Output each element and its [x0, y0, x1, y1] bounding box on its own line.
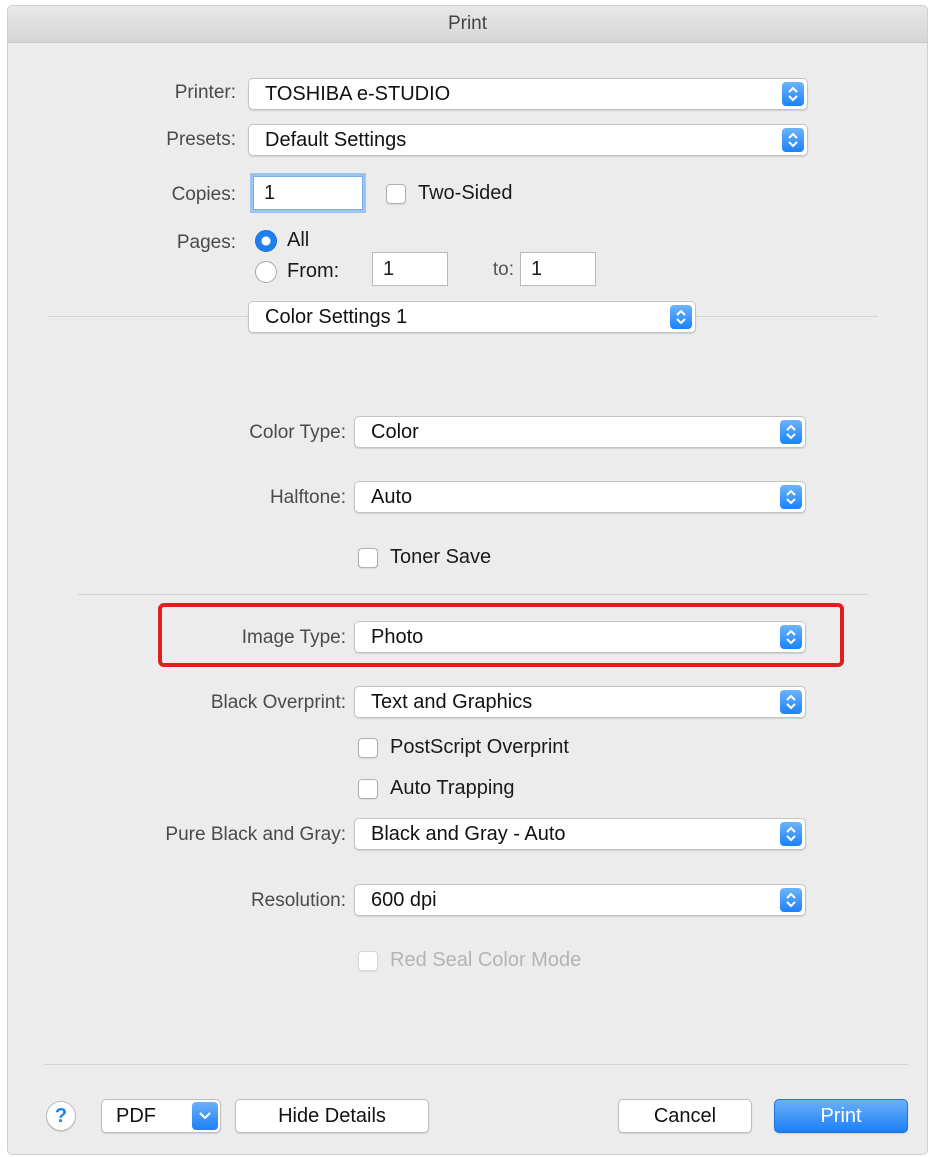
- pages-to-label: to:: [492, 259, 514, 280]
- printer-value: TOSHIBA e-STUDIO: [265, 83, 451, 105]
- updown-chevron-icon: [780, 625, 802, 649]
- checkbox-box[interactable]: [358, 778, 378, 799]
- two-sided-checkbox[interactable]: Two-Sided: [386, 182, 513, 205]
- auto-trapping-checkbox[interactable]: Auto Trapping: [358, 777, 515, 800]
- image-type-label: Image Type:: [241, 627, 346, 648]
- footer-separator: [44, 1064, 908, 1065]
- pages-all-radio[interactable]: All: [255, 229, 309, 252]
- image-type-value: Photo: [371, 626, 424, 648]
- red-seal-checkbox: Red Seal Color Mode: [358, 949, 581, 972]
- section-popup[interactable]: Color Settings 1: [248, 301, 696, 333]
- checkbox-box[interactable]: [358, 737, 378, 758]
- print-dialog: Print Printer: TOSHIBA e-STUDIO Presets:…: [8, 6, 927, 1154]
- updown-chevron-icon: [782, 82, 804, 106]
- section-separator: [78, 594, 868, 595]
- resolution-label: Resolution:: [250, 890, 346, 911]
- window-title: Print: [8, 6, 927, 43]
- color-type-value: Color: [371, 421, 419, 443]
- pages-from-field[interactable]: 1: [372, 252, 448, 286]
- resolution-popup[interactable]: 600 dpi: [354, 884, 806, 916]
- pages-from-label: From:: [287, 260, 340, 282]
- radio-selected-icon[interactable]: [255, 229, 277, 252]
- updown-chevron-icon: [780, 420, 802, 444]
- halftone-popup[interactable]: Auto: [354, 481, 806, 513]
- toner-save-label: Toner Save: [390, 546, 492, 568]
- section-popup-value: Color Settings 1: [265, 306, 408, 328]
- hide-details-button[interactable]: Hide Details: [235, 1099, 429, 1133]
- updown-chevron-icon: [780, 485, 802, 509]
- checkbox-box: [358, 950, 378, 971]
- pure-black-gray-popup[interactable]: Black and Gray - Auto: [354, 818, 806, 850]
- black-overprint-label: Black Overprint:: [210, 692, 346, 713]
- checkbox-box[interactable]: [386, 183, 406, 204]
- pages-label: Pages:: [176, 232, 236, 253]
- checkbox-box[interactable]: [358, 547, 378, 568]
- updown-chevron-icon: [780, 822, 802, 846]
- auto-trapping-label: Auto Trapping: [390, 777, 515, 799]
- image-type-popup[interactable]: Photo: [354, 621, 806, 653]
- color-type-label: Color Type:: [249, 422, 346, 443]
- chevron-down-icon: [192, 1102, 218, 1130]
- postscript-overprint-checkbox[interactable]: PostScript Overprint: [358, 736, 569, 759]
- pdf-label: PDF: [116, 1105, 156, 1127]
- pages-to-field[interactable]: 1: [520, 252, 596, 286]
- updown-chevron-icon: [780, 888, 802, 912]
- updown-chevron-icon: [780, 690, 802, 714]
- halftone-value: Auto: [371, 486, 413, 508]
- halftone-label: Halftone:: [269, 487, 346, 508]
- pure-black-gray-label: Pure Black and Gray:: [165, 824, 346, 845]
- black-overprint-value: Text and Graphics: [371, 691, 533, 713]
- copies-label: Copies:: [171, 184, 236, 205]
- resolution-value: 600 dpi: [371, 889, 437, 911]
- print-button[interactable]: Print: [774, 1099, 908, 1133]
- presets-value: Default Settings: [265, 129, 407, 151]
- cancel-button[interactable]: Cancel: [618, 1099, 752, 1133]
- black-overprint-popup[interactable]: Text and Graphics: [354, 686, 806, 718]
- pure-black-gray-value: Black and Gray - Auto: [371, 823, 566, 845]
- presets-popup[interactable]: Default Settings: [248, 124, 808, 156]
- pdf-menu-button[interactable]: PDF: [101, 1099, 221, 1133]
- updown-chevron-icon: [782, 128, 804, 152]
- printer-popup[interactable]: TOSHIBA e-STUDIO: [248, 78, 808, 110]
- updown-chevron-icon: [670, 305, 692, 329]
- toner-save-checkbox[interactable]: Toner Save: [358, 546, 491, 569]
- red-seal-label: Red Seal Color Mode: [390, 949, 582, 971]
- printer-label: Printer:: [174, 82, 236, 103]
- pages-all-label: All: [287, 229, 310, 251]
- two-sided-label: Two-Sided: [418, 182, 513, 204]
- help-button[interactable]: ?: [46, 1101, 76, 1131]
- color-type-popup[interactable]: Color: [354, 416, 806, 448]
- presets-label: Presets:: [166, 129, 236, 150]
- pages-from-radio[interactable]: From:: [255, 260, 339, 283]
- radio-unselected-icon[interactable]: [255, 260, 277, 283]
- postscript-overprint-label: PostScript Overprint: [390, 736, 569, 758]
- copies-field[interactable]: 1: [253, 176, 363, 210]
